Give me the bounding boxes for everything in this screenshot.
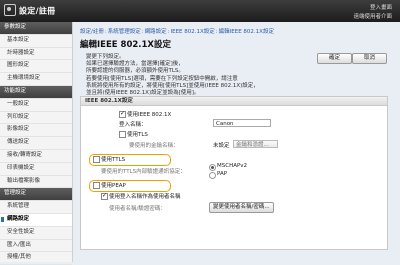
sidebar-item-display[interactable]: 圖形設定 [0,60,72,74]
ttls-protocol-label: 要使用的TTLS內部驗證通訊協定： [101,169,186,175]
page-description: 變更下列設定。 如果已選擇驗證方法，當選擇[確定]後， 所要認證的伺服器，必須額… [86,54,259,97]
sidebar-item-output-image[interactable]: 輸出檔案影像 [0,176,72,189]
use-peap-checkbox[interactable] [93,182,100,189]
use-peap-label: 使用PEAP [101,183,126,189]
app-title: 設定/註冊 [19,6,56,16]
login-screen-link[interactable]: 登入畫面 [370,3,392,11]
key-name-label: 要使用的金鑰名稱： [129,143,179,149]
section-title: IEEE 802.1X設定 [81,97,387,106]
ok-button[interactable]: 確定 [317,53,352,64]
sidebar-item-common[interactable]: 一般設定 [0,99,72,112]
sidebar-item-basic[interactable]: 基本設定 [0,35,72,48]
ieee-settings-panel: IEEE 802.1X設定 使用IEEE 802.1X 登入名稱： Canon … [80,96,388,250]
sidebar-item-image[interactable]: 影像設定 [0,124,72,138]
sidebar-heading-preferences: 參數設定 [0,22,72,35]
sidebar-item-system[interactable]: 系統管理 [0,201,72,214]
use-ttls-checkbox[interactable] [93,156,100,163]
sidebar-item-print[interactable]: 列印設定 [0,112,72,125]
breadcrumb-separator: : [104,29,107,35]
login-name-input[interactable]: Canon [213,119,271,127]
use-tls-checkbox[interactable] [119,131,126,138]
sidebar-item-network[interactable]: 網路設定 [0,213,72,227]
breadcrumb-separator: : [215,29,218,35]
use-ttls-label: 使用TTLS [101,157,126,163]
remote-ui-link[interactable]: 遠端使用者介面 [353,12,392,20]
top-bar: 設定/註冊 登入畫面 遠端使用者介面 [0,0,400,22]
sidebar: 參數設定 基本設定 計時器設定 圖形設定 主機環境設定 功能設定 一般設定 列印… [0,22,73,265]
key-status-label: 未設定 [213,143,230,149]
login-name-label: 登入名稱： [119,122,147,128]
use-login-as-user-label: 使用登入名稱作為使用者名稱 [109,194,181,200]
breadcrumb-item[interactable]: 系統管理設定 [108,29,141,35]
ttls-pap-label: PAP [217,171,228,177]
sidebar-item-receive-forward[interactable]: 接收/轉寄設定 [0,150,72,163]
breadcrumb-item[interactable]: IEEE 802.1X設定 [170,29,214,35]
sidebar-item-printer[interactable]: 印表機設定 [0,163,72,176]
use-ieee-checkbox[interactable] [119,110,126,118]
page-title: 編輯IEEE 802.1X設定 [80,40,171,50]
breadcrumb-current: 編輯IEEE 802.1X設定 [218,29,274,35]
user-name-pass-label: 使用者名稱/驗證密碼： [109,206,166,212]
sidebar-heading-functions: 功能設定 [0,85,72,99]
breadcrumb-item[interactable]: 設定/註冊 [80,29,104,35]
use-login-as-user-checkbox[interactable] [101,192,108,200]
settings-icon [4,4,16,16]
change-user-button[interactable]: 變更使用者名稱/密碼... [209,202,274,213]
key-and-cert-button[interactable]: 金鑰和憑證... [233,140,278,148]
breadcrumb-separator: : [141,29,144,35]
sidebar-item-license[interactable]: 授權/其他 [0,252,72,265]
sidebar-item-timer[interactable]: 計時器設定 [0,48,72,61]
sidebar-heading-management: 管理設定 [0,188,72,202]
use-tls-label: 使用TLS [127,132,148,138]
cancel-button[interactable]: 取消 [352,53,387,64]
use-ieee-label: 使用IEEE 802.1X [127,112,172,118]
ttls-mschapv2-radio[interactable] [209,164,216,171]
breadcrumb-item[interactable]: 網路設定 [145,29,167,35]
ttls-pap-radio[interactable] [209,172,216,179]
sidebar-item-send[interactable]: 傳送設定 [0,137,72,150]
ttls-mschapv2-label: MSCHAPv2 [217,163,248,169]
breadcrumb: 設定/註冊:系統管理設定:網路設定:IEEE 802.1X設定:編輯IEEE 8… [80,27,274,35]
sidebar-item-host-env[interactable]: 主機環境設定 [0,73,72,86]
sidebar-item-import-export[interactable]: 匯入/匯出 [0,240,72,253]
sidebar-item-security[interactable]: 安全性設定 [0,227,72,240]
app-brand: 設定/註冊 [4,4,56,17]
